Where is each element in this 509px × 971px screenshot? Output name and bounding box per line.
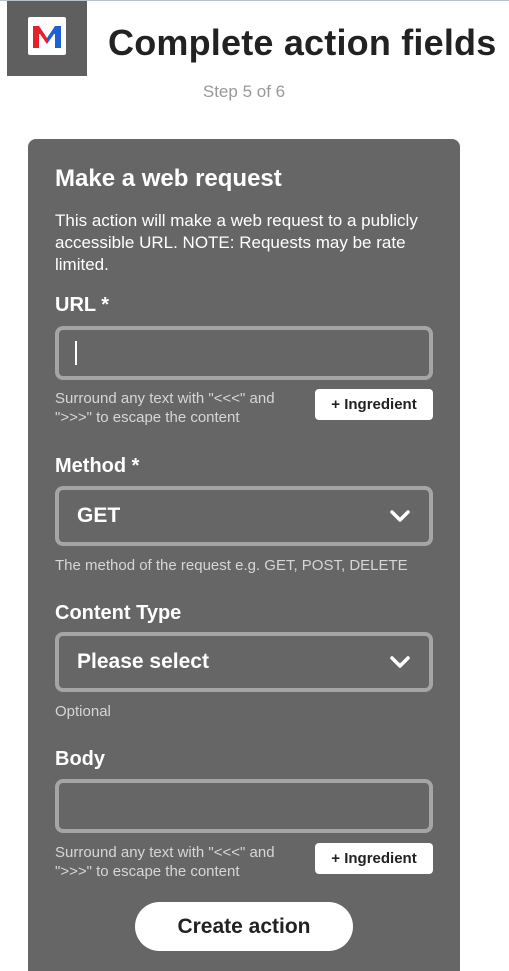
content-type-select[interactable]: Please select [55, 632, 433, 692]
service-logo [7, 1, 87, 76]
page-title: Complete action fields [108, 22, 497, 63]
body-label: Body [55, 748, 105, 770]
chevron-down-icon [390, 656, 410, 668]
content-type-selected-value: Please select [77, 650, 209, 673]
method-selected-value: GET [77, 504, 121, 527]
action-description: This action will make a web request to a… [55, 211, 418, 274]
method-select[interactable]: GET [55, 486, 433, 546]
body-helper-text: Surround any text with "<<<" and ">>>" t… [55, 844, 275, 880]
url-label: URL * [55, 294, 110, 316]
content-type-label: Content Type [55, 602, 182, 624]
content-type-helper-text: Optional [55, 703, 111, 720]
body-add-ingredient-button[interactable]: + Ingredient [315, 843, 433, 874]
action-title: Make a web request [55, 165, 282, 192]
url-helper-text: Surround any text with "<<<" and ">>>" t… [55, 390, 275, 426]
url-input[interactable] [55, 326, 433, 380]
method-helper-text: The method of the request e.g. GET, POST… [55, 557, 408, 574]
create-action-button[interactable]: Create action [135, 902, 353, 951]
url-add-ingredient-button[interactable]: + Ingredient [315, 389, 433, 420]
action-fields-card: Make a web request This action will make… [28, 139, 460, 971]
chevron-down-icon [390, 510, 410, 522]
m-logo-icon [33, 26, 61, 48]
method-label: Method * [55, 455, 140, 477]
text-cursor [75, 341, 77, 365]
logo-tile [28, 17, 66, 55]
body-input[interactable] [55, 779, 433, 833]
step-indicator: Step 5 of 6 [202, 82, 286, 101]
